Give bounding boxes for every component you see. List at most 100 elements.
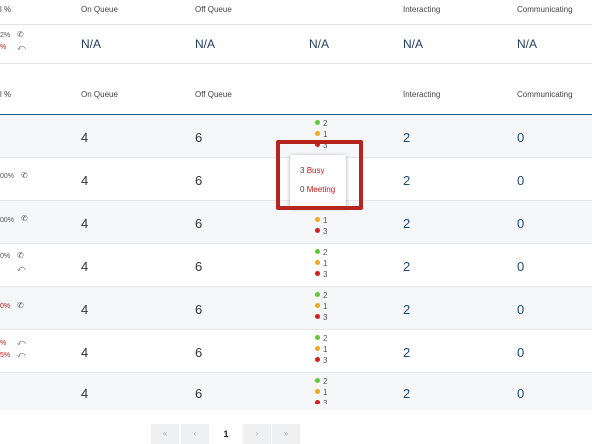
row-off-queue: 6 xyxy=(195,130,203,145)
table-header-off-queue[interactable]: Off Queue xyxy=(195,90,232,99)
phone-icon: ✆ xyxy=(17,251,24,260)
row-pct: 0% xyxy=(0,253,11,260)
table-header-on-queue[interactable]: On Queue xyxy=(81,90,118,99)
first-page-button[interactable]: « xyxy=(151,424,179,444)
callback-icon: ⤺ xyxy=(17,43,26,52)
status-away: 1 xyxy=(315,301,327,312)
callback-icon: ⤺ xyxy=(17,338,26,347)
green-dot-icon xyxy=(315,378,320,383)
table-row[interactable]: 0% ✆ 4 6 2 1 3 2 0 xyxy=(0,287,592,330)
row-on-queue: 4 xyxy=(81,302,89,317)
yellow-dot-icon xyxy=(315,260,320,265)
last-page-button[interactable]: » xyxy=(272,424,300,444)
status-available: 2 xyxy=(315,247,327,258)
status-available: 2 xyxy=(315,290,327,301)
yellow-dot-icon xyxy=(315,303,320,308)
table-header-communicating[interactable]: Communicating xyxy=(517,90,573,99)
table-row[interactable]: % 5% ⤺ ⤺ 4 6 2 1 3 2 0 xyxy=(0,330,592,373)
summary-off-queue: N/A xyxy=(195,37,216,51)
row-pct: % xyxy=(0,340,7,347)
status-busy: 3 xyxy=(315,355,327,366)
row-on-queue: 4 xyxy=(81,216,89,231)
status-busy: 3 xyxy=(315,398,327,404)
callback-icon: ⤺ xyxy=(17,264,26,273)
row-pct: 00% xyxy=(0,217,15,224)
table-header: l % On Queue Off Queue Interacting Commu… xyxy=(0,84,592,114)
red-dot-icon xyxy=(315,400,320,404)
phone-icon: ✆ xyxy=(21,171,28,180)
table-row[interactable]: 0% ✆ ⤺ 4 6 2 1 3 2 0 xyxy=(0,244,592,287)
header-partial-label: l % xyxy=(0,5,12,14)
status-away: 1 xyxy=(315,387,327,398)
row-interacting: 2 xyxy=(403,302,411,317)
row-communicating: 0 xyxy=(517,216,525,231)
row-off-queue: 6 xyxy=(195,259,203,274)
row-communicating: 0 xyxy=(517,259,525,274)
row-communicating: 0 xyxy=(517,345,525,360)
phone-icon: ✆ xyxy=(21,214,28,223)
next-page-button[interactable]: › xyxy=(243,424,271,444)
summary-row: 2% ✆ % ⤺ N/A N/A N/A N/A N/A xyxy=(0,25,592,63)
row-status-counts[interactable]: 2 1 3 xyxy=(315,290,327,323)
red-dot-icon xyxy=(315,228,320,233)
red-dot-icon xyxy=(315,314,320,319)
yellow-dot-icon xyxy=(315,346,320,351)
green-dot-icon xyxy=(315,120,320,125)
highlight-callout-box xyxy=(276,140,363,210)
header-on-queue[interactable]: On Queue xyxy=(81,5,118,14)
summary-interacting: N/A xyxy=(403,37,424,51)
summary-on-queue: N/A xyxy=(81,37,102,51)
summary-divider xyxy=(0,63,592,64)
status-busy: 3 xyxy=(315,312,327,323)
row-status-counts[interactable]: 2 1 3 xyxy=(315,247,327,280)
green-dot-icon xyxy=(315,249,320,254)
table-header-partial-label: l % xyxy=(0,90,12,99)
yellow-dot-icon xyxy=(315,131,320,136)
row-status-counts[interactable]: 2 1 3 xyxy=(315,333,327,366)
yellow-dot-icon xyxy=(315,217,320,222)
row-pct-2: 5% xyxy=(0,352,11,359)
row-communicating: 0 xyxy=(517,302,525,317)
row-off-queue: 6 xyxy=(195,302,203,317)
row-interacting: 2 xyxy=(403,259,411,274)
red-dot-icon xyxy=(315,357,320,362)
row-off-queue: 6 xyxy=(195,216,203,231)
row-interacting: 2 xyxy=(403,345,411,360)
row-on-queue: 4 xyxy=(81,130,89,145)
table-header-interacting[interactable]: Interacting xyxy=(403,90,440,99)
status-busy: 3 xyxy=(315,226,327,237)
status-away: 1 xyxy=(315,344,327,355)
summary-pct-1: 2% xyxy=(0,32,11,39)
row-on-queue: 4 xyxy=(81,345,89,360)
row-interacting: 2 xyxy=(403,216,411,231)
status-away: 1 xyxy=(315,129,327,140)
callback-icon: ⤺ xyxy=(17,350,26,359)
yellow-dot-icon xyxy=(315,389,320,394)
status-away: 1 xyxy=(315,215,327,226)
pagination: « ‹ 1 › » xyxy=(0,424,592,444)
row-off-queue: 6 xyxy=(195,345,203,360)
header-interacting[interactable]: Interacting xyxy=(403,5,440,14)
row-pct: 00% xyxy=(0,173,15,180)
top-header: l % On Queue Off Queue Interacting Commu… xyxy=(0,0,592,24)
row-on-queue: 4 xyxy=(81,259,89,274)
header-off-queue[interactable]: Off Queue xyxy=(195,5,232,14)
status-busy: 3 xyxy=(315,269,327,280)
row-off-queue: 6 xyxy=(195,386,203,401)
status-available: 2 xyxy=(315,333,327,344)
phone-icon: ✆ xyxy=(17,30,24,39)
row-interacting: 2 xyxy=(403,173,411,188)
header-communicating[interactable]: Communicating xyxy=(517,5,573,14)
green-dot-icon xyxy=(315,292,320,297)
prev-page-button[interactable]: ‹ xyxy=(181,424,209,444)
row-on-queue: 4 xyxy=(81,173,89,188)
red-dot-icon xyxy=(315,271,320,276)
row-status-counts[interactable]: 2 1 3 xyxy=(315,376,327,404)
summary-status: N/A xyxy=(309,37,330,51)
page-1-button[interactable]: 1 xyxy=(212,424,240,444)
table-row[interactable]: 4 6 2 1 3 2 0 xyxy=(0,373,592,410)
row-on-queue: 4 xyxy=(81,386,89,401)
summary-pct-2: % xyxy=(0,44,7,51)
row-interacting: 2 xyxy=(403,386,411,401)
row-status-counts[interactable]: 1 3 xyxy=(315,215,327,237)
